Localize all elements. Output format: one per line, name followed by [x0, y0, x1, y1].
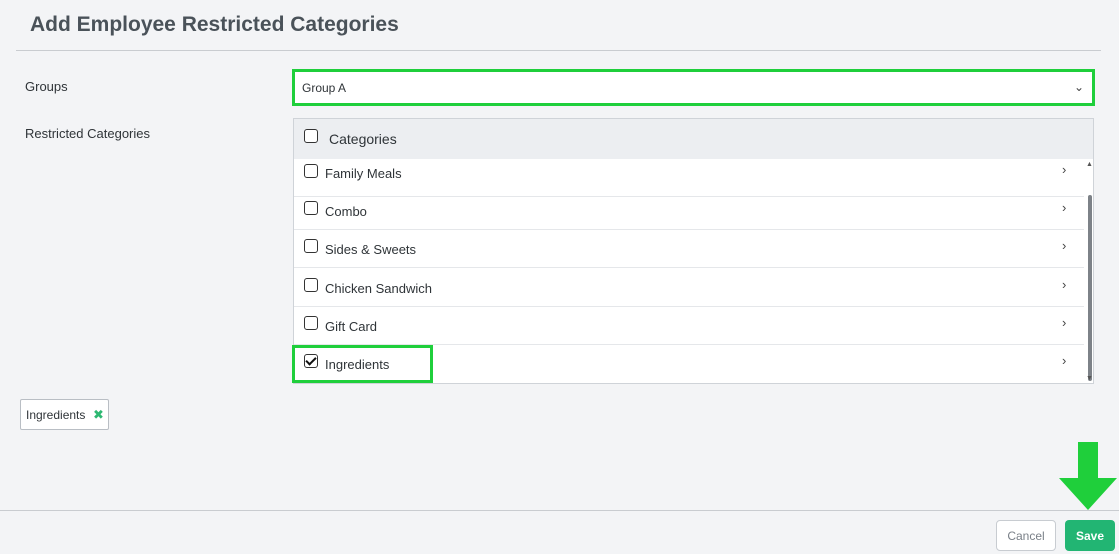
categories-header-label: Categories — [329, 131, 397, 147]
category-label: Combo — [325, 204, 367, 219]
save-button[interactable]: Save — [1065, 520, 1115, 551]
selected-category-chip: Ingredients ✖ — [20, 399, 109, 430]
chevron-down-icon: ⌄ — [1073, 80, 1084, 94]
chip-label: Ingredients — [26, 408, 86, 422]
groups-label: Groups — [25, 79, 68, 94]
select-all-checkbox[interactable] — [304, 129, 318, 143]
category-label: Chicken Sandwich — [325, 281, 432, 296]
category-checkbox[interactable] — [304, 164, 318, 178]
chevron-right-icon[interactable]: › — [1062, 200, 1066, 215]
category-checkbox[interactable] — [304, 316, 318, 330]
category-label: Gift Card — [325, 319, 378, 334]
footer-divider — [0, 510, 1119, 511]
chevron-right-icon[interactable]: › — [1062, 238, 1066, 253]
category-checkbox[interactable] — [304, 201, 318, 215]
groups-select[interactable]: Group A ⌄ — [292, 69, 1095, 106]
category-label: Family Meals — [325, 166, 402, 181]
category-row[interactable]: Gift Card › — [294, 307, 1084, 345]
chevron-right-icon[interactable]: › — [1062, 162, 1066, 177]
page-title: Add Employee Restricted Categories — [30, 13, 399, 36]
chevron-right-icon[interactable]: › — [1062, 315, 1066, 330]
category-row[interactable]: Chicken Sandwich › — [294, 269, 1084, 307]
category-row[interactable]: Sides & Sweets › — [294, 230, 1084, 268]
title-divider — [16, 50, 1101, 51]
restricted-categories-label: Restricted Categories — [25, 126, 150, 141]
scroll-up-icon[interactable]: ▲ — [1086, 161, 1093, 168]
category-checkbox[interactable] — [304, 278, 318, 292]
category-checkbox[interactable] — [304, 239, 318, 253]
categories-header: Categories — [294, 119, 1093, 159]
down-arrow-icon — [1059, 442, 1117, 510]
scrollbar-thumb[interactable] — [1088, 195, 1092, 381]
remove-icon[interactable]: ✖ — [93, 407, 104, 423]
scroll-down-icon[interactable]: ▼ — [1086, 375, 1093, 382]
category-row[interactable]: Combo › — [294, 192, 1084, 230]
groups-select-value: Group A — [302, 81, 347, 95]
category-label: Sides & Sweets — [325, 242, 417, 257]
cancel-button[interactable]: Cancel — [996, 520, 1056, 551]
chevron-right-icon[interactable]: › — [1062, 277, 1066, 292]
chevron-right-icon[interactable]: › — [1062, 353, 1066, 368]
ingredients-highlight — [292, 345, 433, 383]
